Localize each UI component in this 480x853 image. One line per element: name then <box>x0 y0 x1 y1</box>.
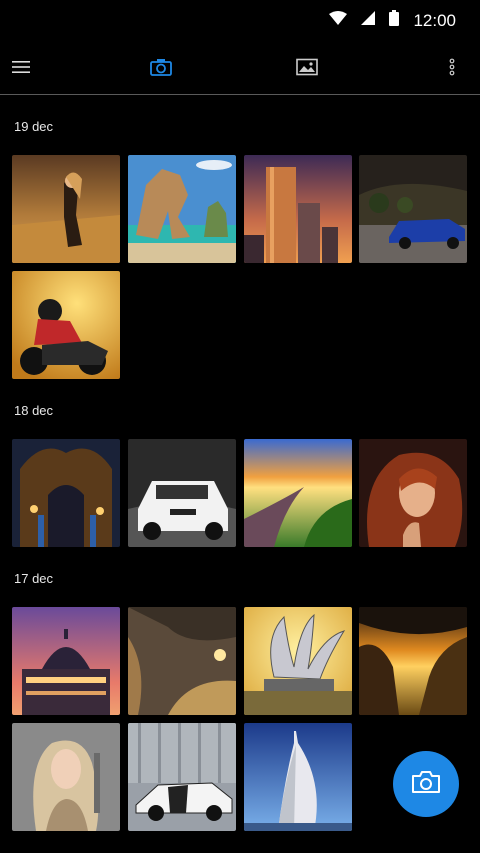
tab-gallery[interactable] <box>290 52 324 86</box>
gallery-tab-icon <box>296 58 318 81</box>
camera-tab-icon <box>150 58 172 81</box>
section-date-17-dec: 17 dec <box>14 571 54 586</box>
menu-icon <box>12 60 30 79</box>
more-options-button[interactable] <box>435 52 469 86</box>
photo-thumbnail[interactable] <box>244 439 352 547</box>
photo-thumbnail[interactable] <box>12 155 120 263</box>
wifi-icon <box>329 11 348 30</box>
photo-thumbnail[interactable] <box>359 607 467 715</box>
section-date-18-dec: 18 dec <box>14 403 54 418</box>
photo-thumbnail[interactable] <box>12 607 120 715</box>
app-bar <box>0 44 480 95</box>
photo-thumbnail[interactable] <box>128 723 236 831</box>
battery-icon <box>389 10 400 31</box>
camera-fab-button[interactable] <box>393 751 459 817</box>
photo-thumbnail[interactable] <box>128 607 236 715</box>
section-date-19-dec: 19 dec <box>14 119 54 134</box>
more-vert-icon <box>449 58 455 81</box>
status-time: 12:00 <box>413 10 456 30</box>
photo-thumbnail[interactable] <box>12 723 120 831</box>
photo-thumbnail[interactable] <box>359 439 467 547</box>
menu-button[interactable] <box>4 52 38 86</box>
tab-camera[interactable] <box>144 52 178 86</box>
photo-thumbnail[interactable] <box>128 155 236 263</box>
status-bar: 12:00 <box>0 0 480 44</box>
photo-thumbnail[interactable] <box>12 271 120 379</box>
cell-signal-icon <box>361 11 376 30</box>
photo-thumbnail[interactable] <box>244 723 352 831</box>
photo-thumbnail[interactable] <box>244 155 352 263</box>
camera-icon <box>411 770 441 799</box>
photo-thumbnail[interactable] <box>359 155 467 263</box>
photo-thumbnail[interactable] <box>12 439 120 547</box>
photo-thumbnail[interactable] <box>128 439 236 547</box>
photo-thumbnail[interactable] <box>244 607 352 715</box>
